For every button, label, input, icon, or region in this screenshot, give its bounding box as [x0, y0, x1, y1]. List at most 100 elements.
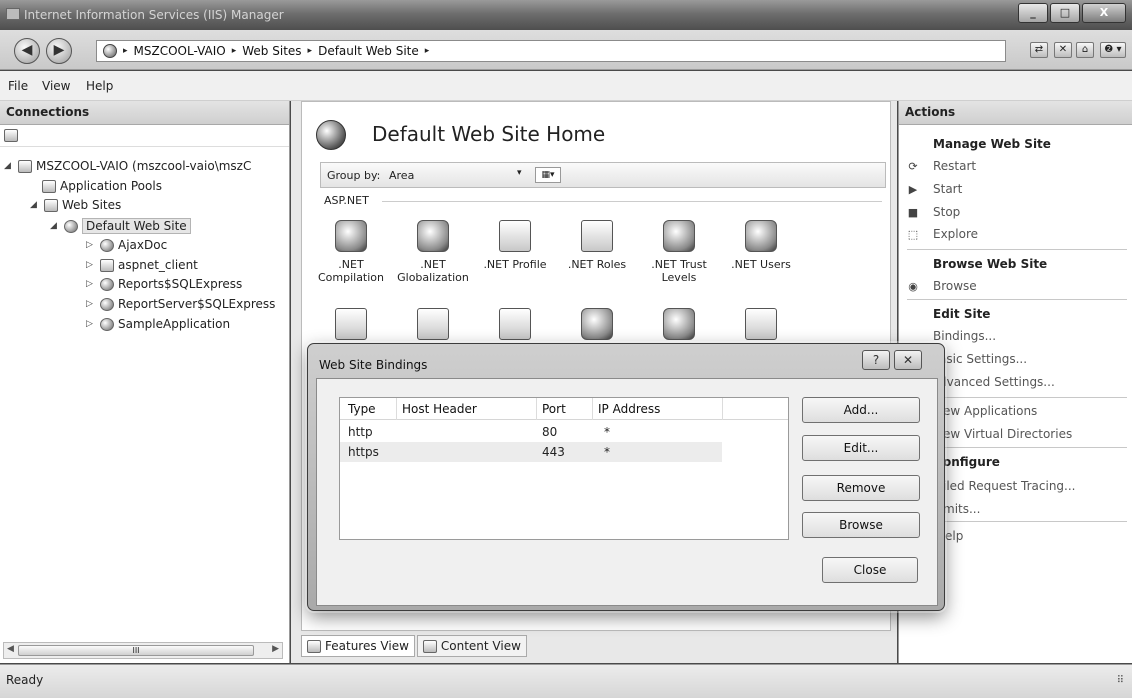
expand-icon[interactable]: ◢ — [50, 221, 60, 231]
scroll-thumb[interactable]: III — [18, 645, 254, 656]
explore-link[interactable]: Explore — [933, 227, 978, 241]
tree-item-label: Web Sites — [62, 198, 122, 212]
breadcrumb-default-web-site[interactable]: Default Web Site — [318, 44, 419, 58]
close-dialog-button[interactable]: Close — [822, 557, 918, 583]
tree-item-child[interactable]: ▷ SampleApplication — [86, 317, 230, 331]
close-button[interactable]: X — [1082, 3, 1126, 23]
breadcrumb-separator: ▸ — [231, 46, 237, 56]
forward-button[interactable]: ▶ — [46, 38, 72, 64]
start-link[interactable]: Start — [933, 182, 962, 196]
chevron-down-icon[interactable]: ▾ — [517, 168, 522, 178]
advanced-settings-link[interactable]: dvanced Settings... — [939, 375, 1055, 389]
section-divider — [382, 201, 882, 202]
breadcrumb-web-sites[interactable]: Web Sites — [242, 44, 301, 58]
scroll-left-icon[interactable]: ◀ — [7, 644, 14, 654]
tab-content-view[interactable]: Content View — [416, 635, 527, 657]
tree-item-label: ReportServer$SQLExpress — [118, 297, 276, 311]
feature-net-globalization[interactable]: .NET Globalization — [394, 220, 472, 284]
scroll-right-icon[interactable]: ▶ — [272, 644, 279, 654]
column-header-type[interactable]: Type — [348, 402, 376, 416]
help-link[interactable]: elp — [945, 529, 963, 543]
table-row[interactable]: http 80 * — [340, 422, 722, 442]
feature-net-roles[interactable]: .NET Roles — [558, 220, 636, 271]
expand-icon[interactable]: ◢ — [30, 200, 40, 210]
home-icon[interactable]: ⌂ — [1076, 42, 1094, 58]
help-icon[interactable]: ❷ ▾ — [1100, 42, 1126, 58]
tree-item-child[interactable]: ▷ ReportServer$SQLExpress — [86, 297, 275, 311]
view-applications-link[interactable]: ew Applications — [943, 404, 1037, 418]
table-header: Type Host Header Port IP Address — [340, 398, 788, 420]
refresh-icon[interactable]: ⇄ — [1030, 42, 1048, 58]
column-header-port[interactable]: Port — [542, 402, 566, 416]
add-button[interactable]: Add... — [802, 397, 920, 423]
feature-tile[interactable] — [640, 308, 718, 346]
column-header-host[interactable]: Host Header — [402, 402, 477, 416]
net-users-icon — [745, 220, 777, 252]
view-mode-icon[interactable]: ▦▾ — [535, 167, 561, 183]
bindings-table: Type Host Header Port IP Address http 80… — [339, 397, 789, 540]
dialog-body: Type Host Header Port IP Address http 80… — [316, 378, 938, 606]
dialog-help-button[interactable]: ? — [862, 350, 890, 370]
expand-icon[interactable]: ◢ — [4, 161, 14, 171]
dialog-close-button[interactable]: ✕ — [894, 350, 922, 370]
expand-icon[interactable]: ▷ — [86, 319, 96, 329]
column-header-ip[interactable]: IP Address — [598, 402, 660, 416]
remove-button[interactable]: Remove — [802, 475, 920, 501]
feature-tile[interactable] — [558, 308, 636, 346]
table-row[interactable]: https 443 * — [340, 442, 722, 462]
explore-icon: ⬚ — [907, 228, 919, 241]
feature-net-trust-levels[interactable]: .NET Trust Levels — [640, 220, 718, 284]
back-button[interactable]: ◀ — [14, 38, 40, 64]
tree-item-default-web-site[interactable]: ◢ Default Web Site — [50, 218, 191, 234]
address-breadcrumb[interactable]: ▸ MSZCOOL-VAIO ▸ Web Sites ▸ Default Web… — [96, 40, 1006, 62]
feature-tile[interactable] — [312, 308, 390, 346]
failed-request-tracing-link[interactable]: iled Request Tracing... — [943, 479, 1076, 493]
feature-tile[interactable] — [476, 308, 554, 346]
menu-view[interactable]: View — [42, 79, 70, 93]
new-connection-icon[interactable] — [4, 129, 18, 142]
divider — [907, 249, 1127, 250]
basic-settings-link[interactable]: asic Settings... — [939, 352, 1027, 366]
breadcrumb-server[interactable]: MSZCOOL-VAIO — [134, 44, 226, 58]
browse-button[interactable]: Browse — [802, 512, 920, 538]
cell-type: https — [348, 445, 379, 459]
tab-features-view[interactable]: Features View — [301, 635, 415, 657]
maximize-button[interactable]: □ — [1050, 3, 1080, 23]
edit-site-heading: Edit Site — [933, 307, 991, 321]
view-virtual-directories-link[interactable]: ew Virtual Directories — [943, 427, 1072, 441]
group-by-select[interactable]: Area — [389, 169, 414, 182]
tree-item-child[interactable]: ▷ aspnet_client — [86, 258, 198, 272]
resize-grip-icon[interactable]: ⠿ — [1117, 675, 1124, 686]
tree-item-web-sites[interactable]: ◢ Web Sites — [30, 198, 121, 212]
tree-item-child[interactable]: ▷ Reports$SQLExpress — [86, 277, 242, 291]
tree-item-server[interactable]: ◢ MSZCOOL-VAIO (mszcool-vaio\mszC — [4, 159, 251, 173]
bindings-link[interactable]: Bindings... — [933, 329, 996, 343]
menu-help[interactable]: Help — [86, 79, 113, 93]
expand-icon[interactable]: ▷ — [86, 299, 96, 309]
tree-item-app-pools[interactable]: Application Pools — [42, 179, 162, 193]
edit-button[interactable]: Edit... — [802, 435, 920, 461]
stop-link[interactable]: Stop — [933, 205, 960, 219]
server-icon — [18, 159, 32, 173]
minimize-button[interactable]: _ — [1018, 3, 1048, 23]
feature-net-users[interactable]: .NET Users — [722, 220, 800, 271]
feature-label: .NET Globalization — [397, 258, 469, 284]
stop-icon[interactable]: ✕ — [1054, 42, 1072, 58]
expand-icon[interactable]: ▷ — [86, 240, 96, 250]
restart-link[interactable]: Restart — [933, 159, 976, 173]
application-icon — [100, 297, 114, 311]
connections-title: Connections — [0, 101, 289, 125]
globe-icon — [103, 44, 117, 58]
browse-link[interactable]: Browse — [933, 279, 977, 293]
feature-tile[interactable] — [394, 308, 472, 346]
expand-icon[interactable]: ▷ — [86, 260, 96, 270]
feature-tile[interactable] — [722, 308, 800, 346]
horizontal-scrollbar[interactable]: ◀ III ▶ — [3, 642, 283, 659]
expand-icon[interactable]: ▷ — [86, 279, 96, 289]
menu-file[interactable]: File — [8, 79, 28, 93]
feature-net-compilation[interactable]: .NET Compilation — [312, 220, 390, 284]
limits-link[interactable]: mits... — [943, 502, 980, 516]
tree-item-child[interactable]: ▷ AjaxDoc — [86, 238, 167, 252]
feature-net-profile[interactable]: .NET Profile — [476, 220, 554, 271]
feature-icon — [417, 308, 449, 340]
